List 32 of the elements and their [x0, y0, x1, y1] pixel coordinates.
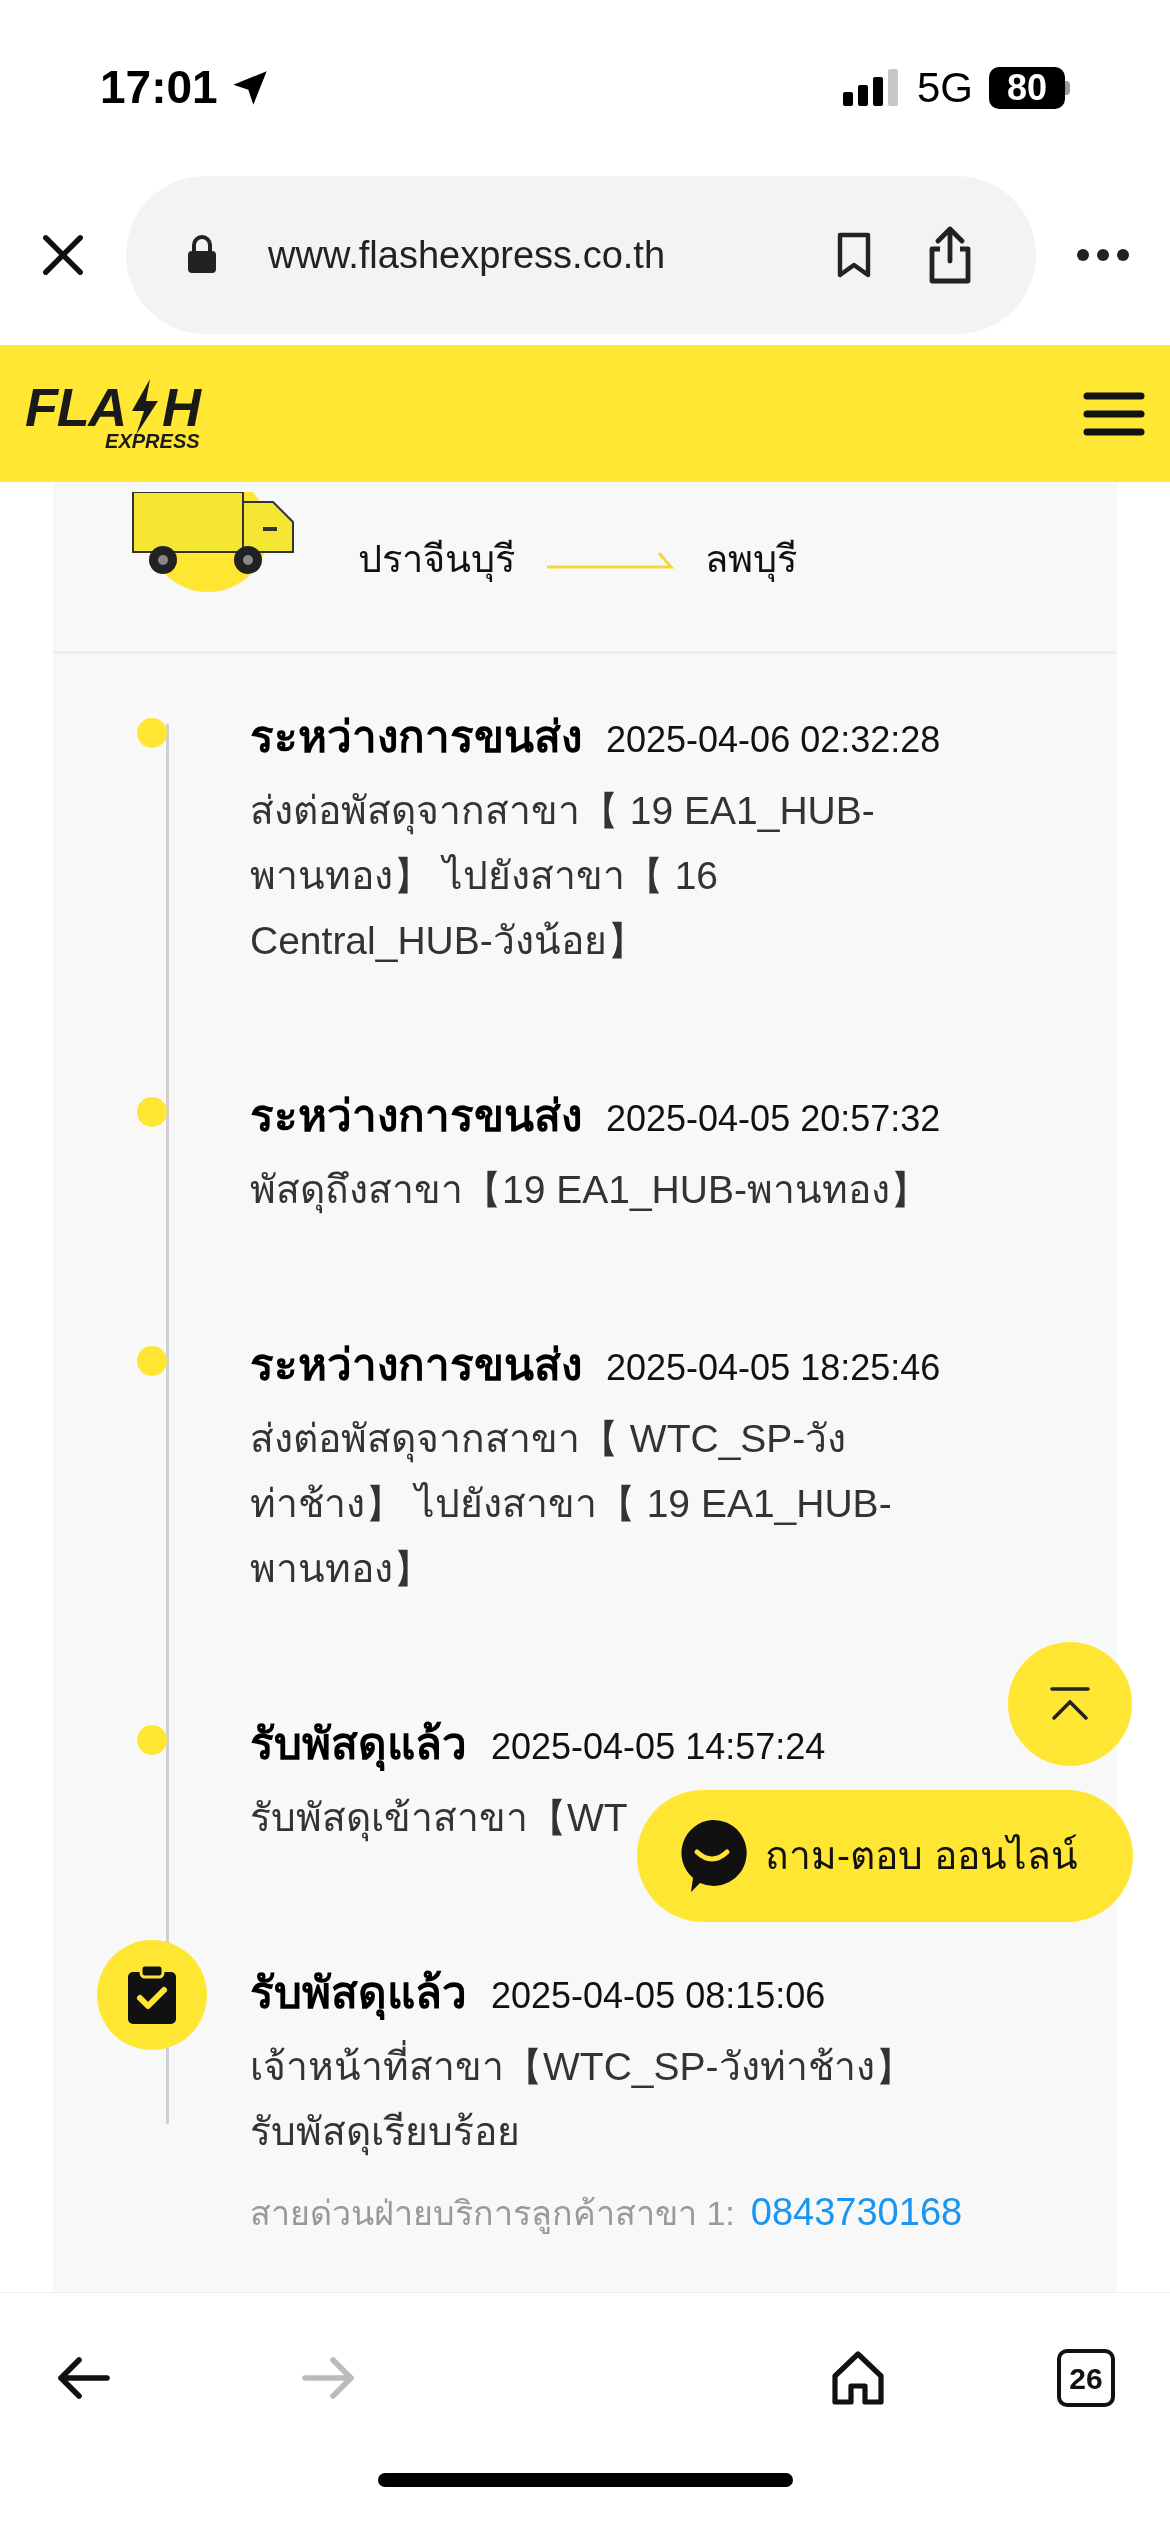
close-icon[interactable] — [40, 232, 86, 278]
event-time: 2025-04-05 18:25:46 — [606, 1346, 941, 1390]
hotline-label: สายด่วนฝ่ายบริการลูกค้าสาขา 1: — [250, 2193, 735, 2236]
event-time: 2025-04-05 20:57:32 — [606, 1097, 941, 1141]
logo[interactable]: FLA H EXPRESS — [25, 376, 200, 451]
destination-city: ลพบุรี — [705, 536, 797, 584]
event-description: พัสดุถึงสาขา【19 EA1_HUB-พานทอง】 — [250, 1157, 950, 1222]
status-title: รับพัสดุแล้ว — [250, 1960, 467, 2026]
event-description: เจ้าหน้าที่สาขา【WTC_SP-วังท่าช้าง】รับพัสดุเรียบร้อย — [250, 2034, 950, 2164]
event-description: ส่งต่อพัสดุจากสาขา【 WTC_SP-วังท่าช้าง】 ไปยังสาขา【 19 EA1_HUB-พานทอง】 — [250, 1416, 893, 1592]
status-title: รับพัสดุแล้ว — [250, 1711, 467, 1777]
address-bar[interactable]: www.flashexpress.co.th — [126, 176, 1036, 334]
clipboard-check-icon — [96, 1940, 207, 2050]
signal-icon — [842, 67, 901, 108]
origin-city: ปราจีนบุรี — [358, 536, 515, 584]
event-description: ส่งต่อพัสดุจากสาขา【 19 EA1_HUB-พานทอง】 ไปยังสาขา【 16 Central_HUB-วังน้อย】 — [250, 788, 876, 964]
home-icon[interactable] — [829, 2350, 887, 2406]
status-title: ระหว่างการขนส่ง — [250, 1090, 582, 1142]
url-text: www.flashexpress.co.th — [268, 232, 667, 278]
event-time: 2025-04-05 14:57:24 — [491, 1725, 826, 1769]
event-time: 2025-04-05 08:15:06 — [491, 1974, 826, 2018]
network-label: 5G — [916, 63, 973, 113]
lock-icon — [186, 235, 218, 275]
clock-time: 17:01 — [100, 60, 218, 115]
status-title: ระหว่างการขนส่ง — [250, 1339, 582, 1391]
scroll-top-icon — [1048, 1686, 1092, 1722]
more-icon[interactable] — [1076, 248, 1130, 262]
tabs-button[interactable]: 26 — [1057, 2349, 1115, 2407]
menu-icon[interactable] — [1083, 390, 1145, 437]
back-arrow-icon[interactable] — [55, 2356, 111, 2400]
event-time: 2025-04-06 02:32:28 — [606, 718, 941, 762]
status-title: ระหว่างการขนส่ง — [250, 711, 582, 763]
